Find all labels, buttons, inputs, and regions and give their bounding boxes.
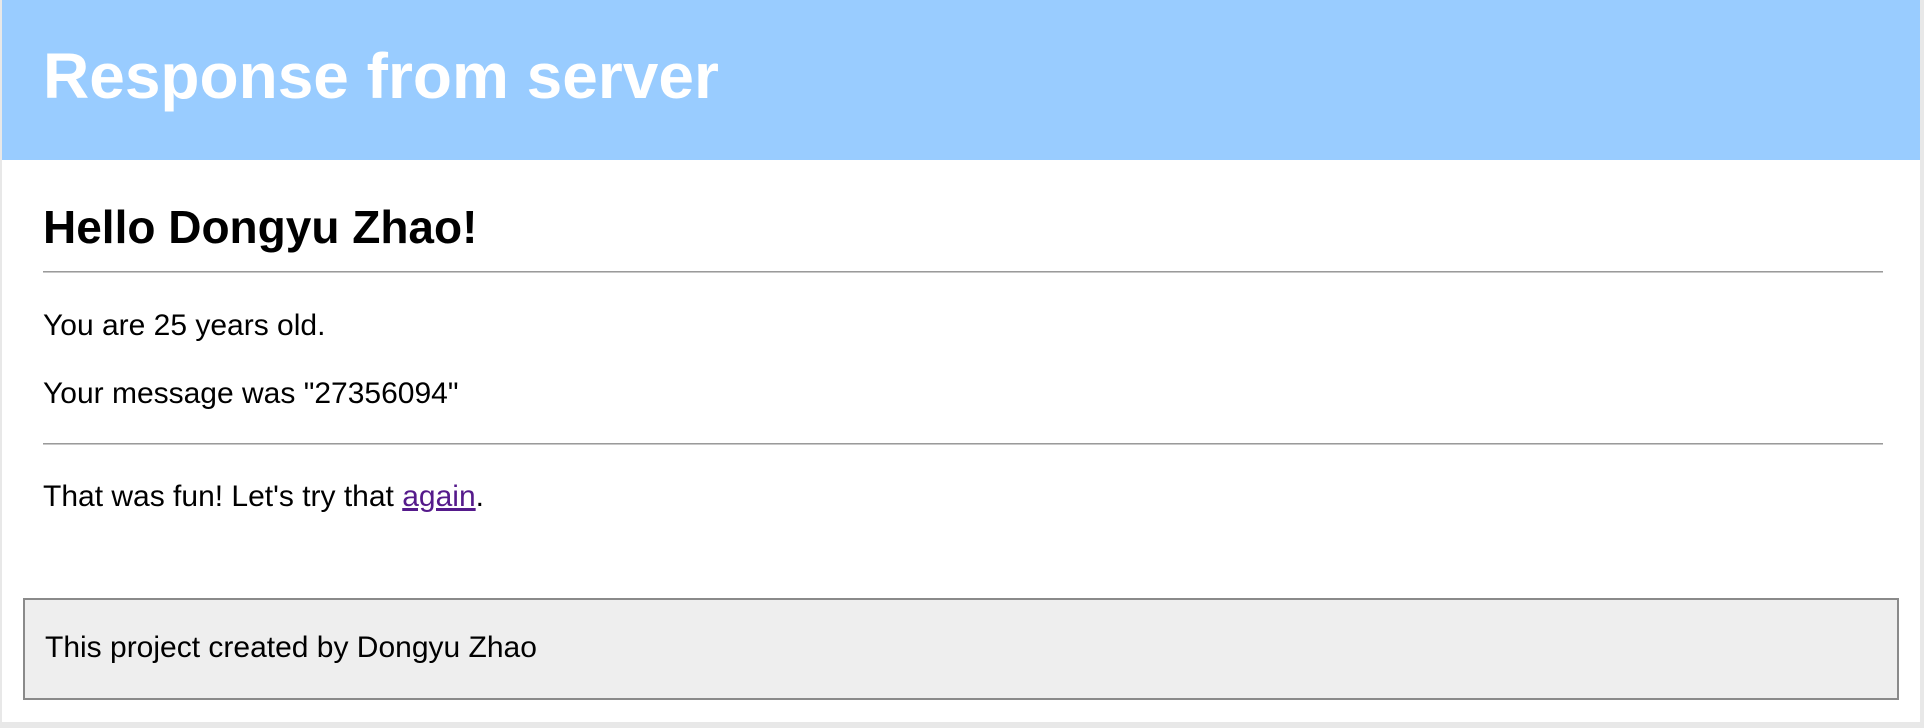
- header-banner: Response from server: [2, 0, 1920, 160]
- page: Response from server Hello Dongyu Zhao! …: [2, 0, 1920, 722]
- try-again-sentence: That was fun! Let's try that again.: [43, 479, 484, 515]
- footer-box: This project created by Dongyu Zhao: [23, 598, 1899, 700]
- message-text: Your message was "27356094": [43, 377, 459, 410]
- greeting-heading: Hello Dongyu Zhao!: [43, 201, 478, 253]
- again-link[interactable]: again: [402, 480, 475, 513]
- divider-top: [43, 271, 1883, 273]
- divider-bottom: [43, 443, 1883, 445]
- try-again-suffix: .: [475, 480, 484, 513]
- page-title: Response from server: [43, 40, 719, 112]
- try-again-prefix: That was fun! Let's try that: [43, 480, 403, 513]
- footer-credit: This project created by Dongyu Zhao: [45, 631, 537, 664]
- age-text: You are 25 years old.: [43, 309, 326, 342]
